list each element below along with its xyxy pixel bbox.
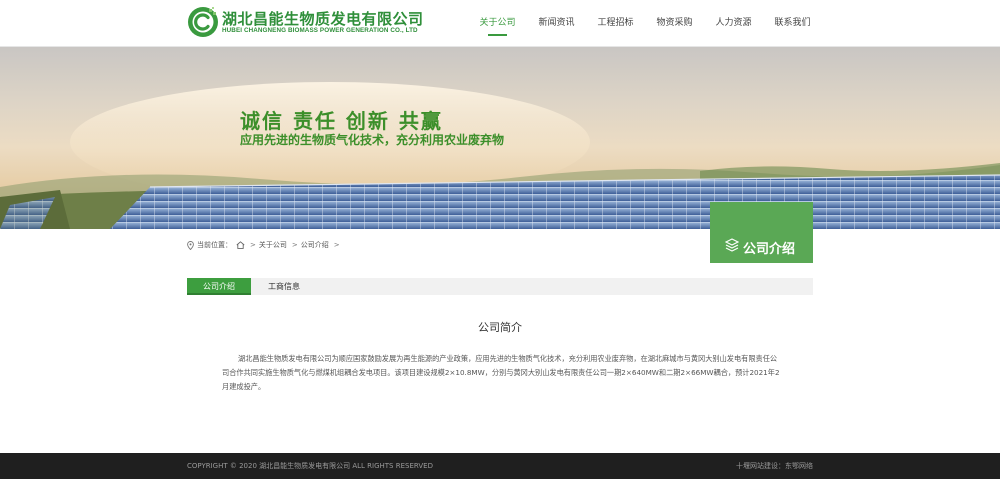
nav-item-procurement[interactable]: 物资采购 [645, 0, 704, 47]
breadcrumb-prefix: 当前位置： [197, 241, 232, 249]
tab-business-info[interactable]: 工商信息 [251, 278, 317, 295]
logo-english-name: HUBEI CHANGNENG BIOMASS POWER GENERATION… [222, 27, 418, 34]
footer-credit-prefix: 十堰网站建设： [736, 462, 785, 470]
content-body: 湖北昌能生物质发电有限公司为顺应国家鼓励发展为再生能源的产业政策，应用先进的生物… [222, 354, 780, 391]
content-tabs: 公司介绍 工商信息 [187, 278, 813, 295]
hero-banner: 诚信 责任 创新 共赢 应用先进的生物质气化技术，充分利用农业废弃物 [0, 47, 1000, 229]
breadcrumb-separator: > [291, 241, 298, 249]
nav-item-hr[interactable]: 人力资源 [704, 0, 763, 47]
nav-item-news[interactable]: 新闻资讯 [527, 0, 586, 47]
breadcrumb-separator: > [250, 241, 256, 249]
site-footer: COPYRIGHT © 2020 湖北昌能生物质发电有限公司 ALL RIGHT… [0, 453, 1000, 479]
banner-slogan: 诚信 责任 创新 共赢 [240, 109, 443, 133]
footer-credit: 十堰网站建设：东鄂网络 [736, 453, 813, 479]
section-title-box: 公司介绍 [710, 202, 813, 263]
tab-company-intro[interactable]: 公司介绍 [187, 278, 251, 295]
nav-item-about[interactable]: 关于公司 [468, 0, 527, 47]
logo[interactable]: 湖北昌能生物质发电有限公司 HUBEI CHANGNENG BIOMASS PO… [187, 6, 447, 42]
layers-icon [725, 238, 739, 252]
nav-item-contact[interactable]: 联系我们 [763, 0, 822, 47]
content-title: 公司简介 [478, 321, 522, 334]
home-icon[interactable] [236, 241, 245, 249]
footer-copyright: COPYRIGHT © 2020 湖北昌能生物质发电有限公司 ALL RIGHT… [187, 462, 433, 470]
breadcrumb: 当前位置： > 关于公司 > 公司介绍 > [187, 240, 343, 250]
banner-subtitle: 应用先进的生物质气化技术，充分利用农业废弃物 [240, 133, 505, 147]
footer-credit-link[interactable]: 东鄂网络 [785, 462, 813, 470]
nav-item-bidding[interactable]: 工程招标 [586, 0, 645, 47]
logo-company-name: 湖北昌能生物质发电有限公司 [222, 10, 424, 28]
site-header: 湖北昌能生物质发电有限公司 HUBEI CHANGNENG BIOMASS PO… [0, 0, 1000, 47]
section-title: 公司介绍 [743, 242, 796, 257]
location-pin-icon [187, 240, 194, 250]
main-nav: 关于公司 新闻资讯 工程招标 物资采购 人力资源 联系我们 [468, 0, 822, 47]
breadcrumb-item-about[interactable]: 关于公司 [259, 240, 287, 250]
breadcrumb-separator: > [333, 241, 340, 249]
breadcrumb-item-intro[interactable]: 公司介绍 [301, 240, 329, 250]
logo-icon [188, 7, 218, 37]
